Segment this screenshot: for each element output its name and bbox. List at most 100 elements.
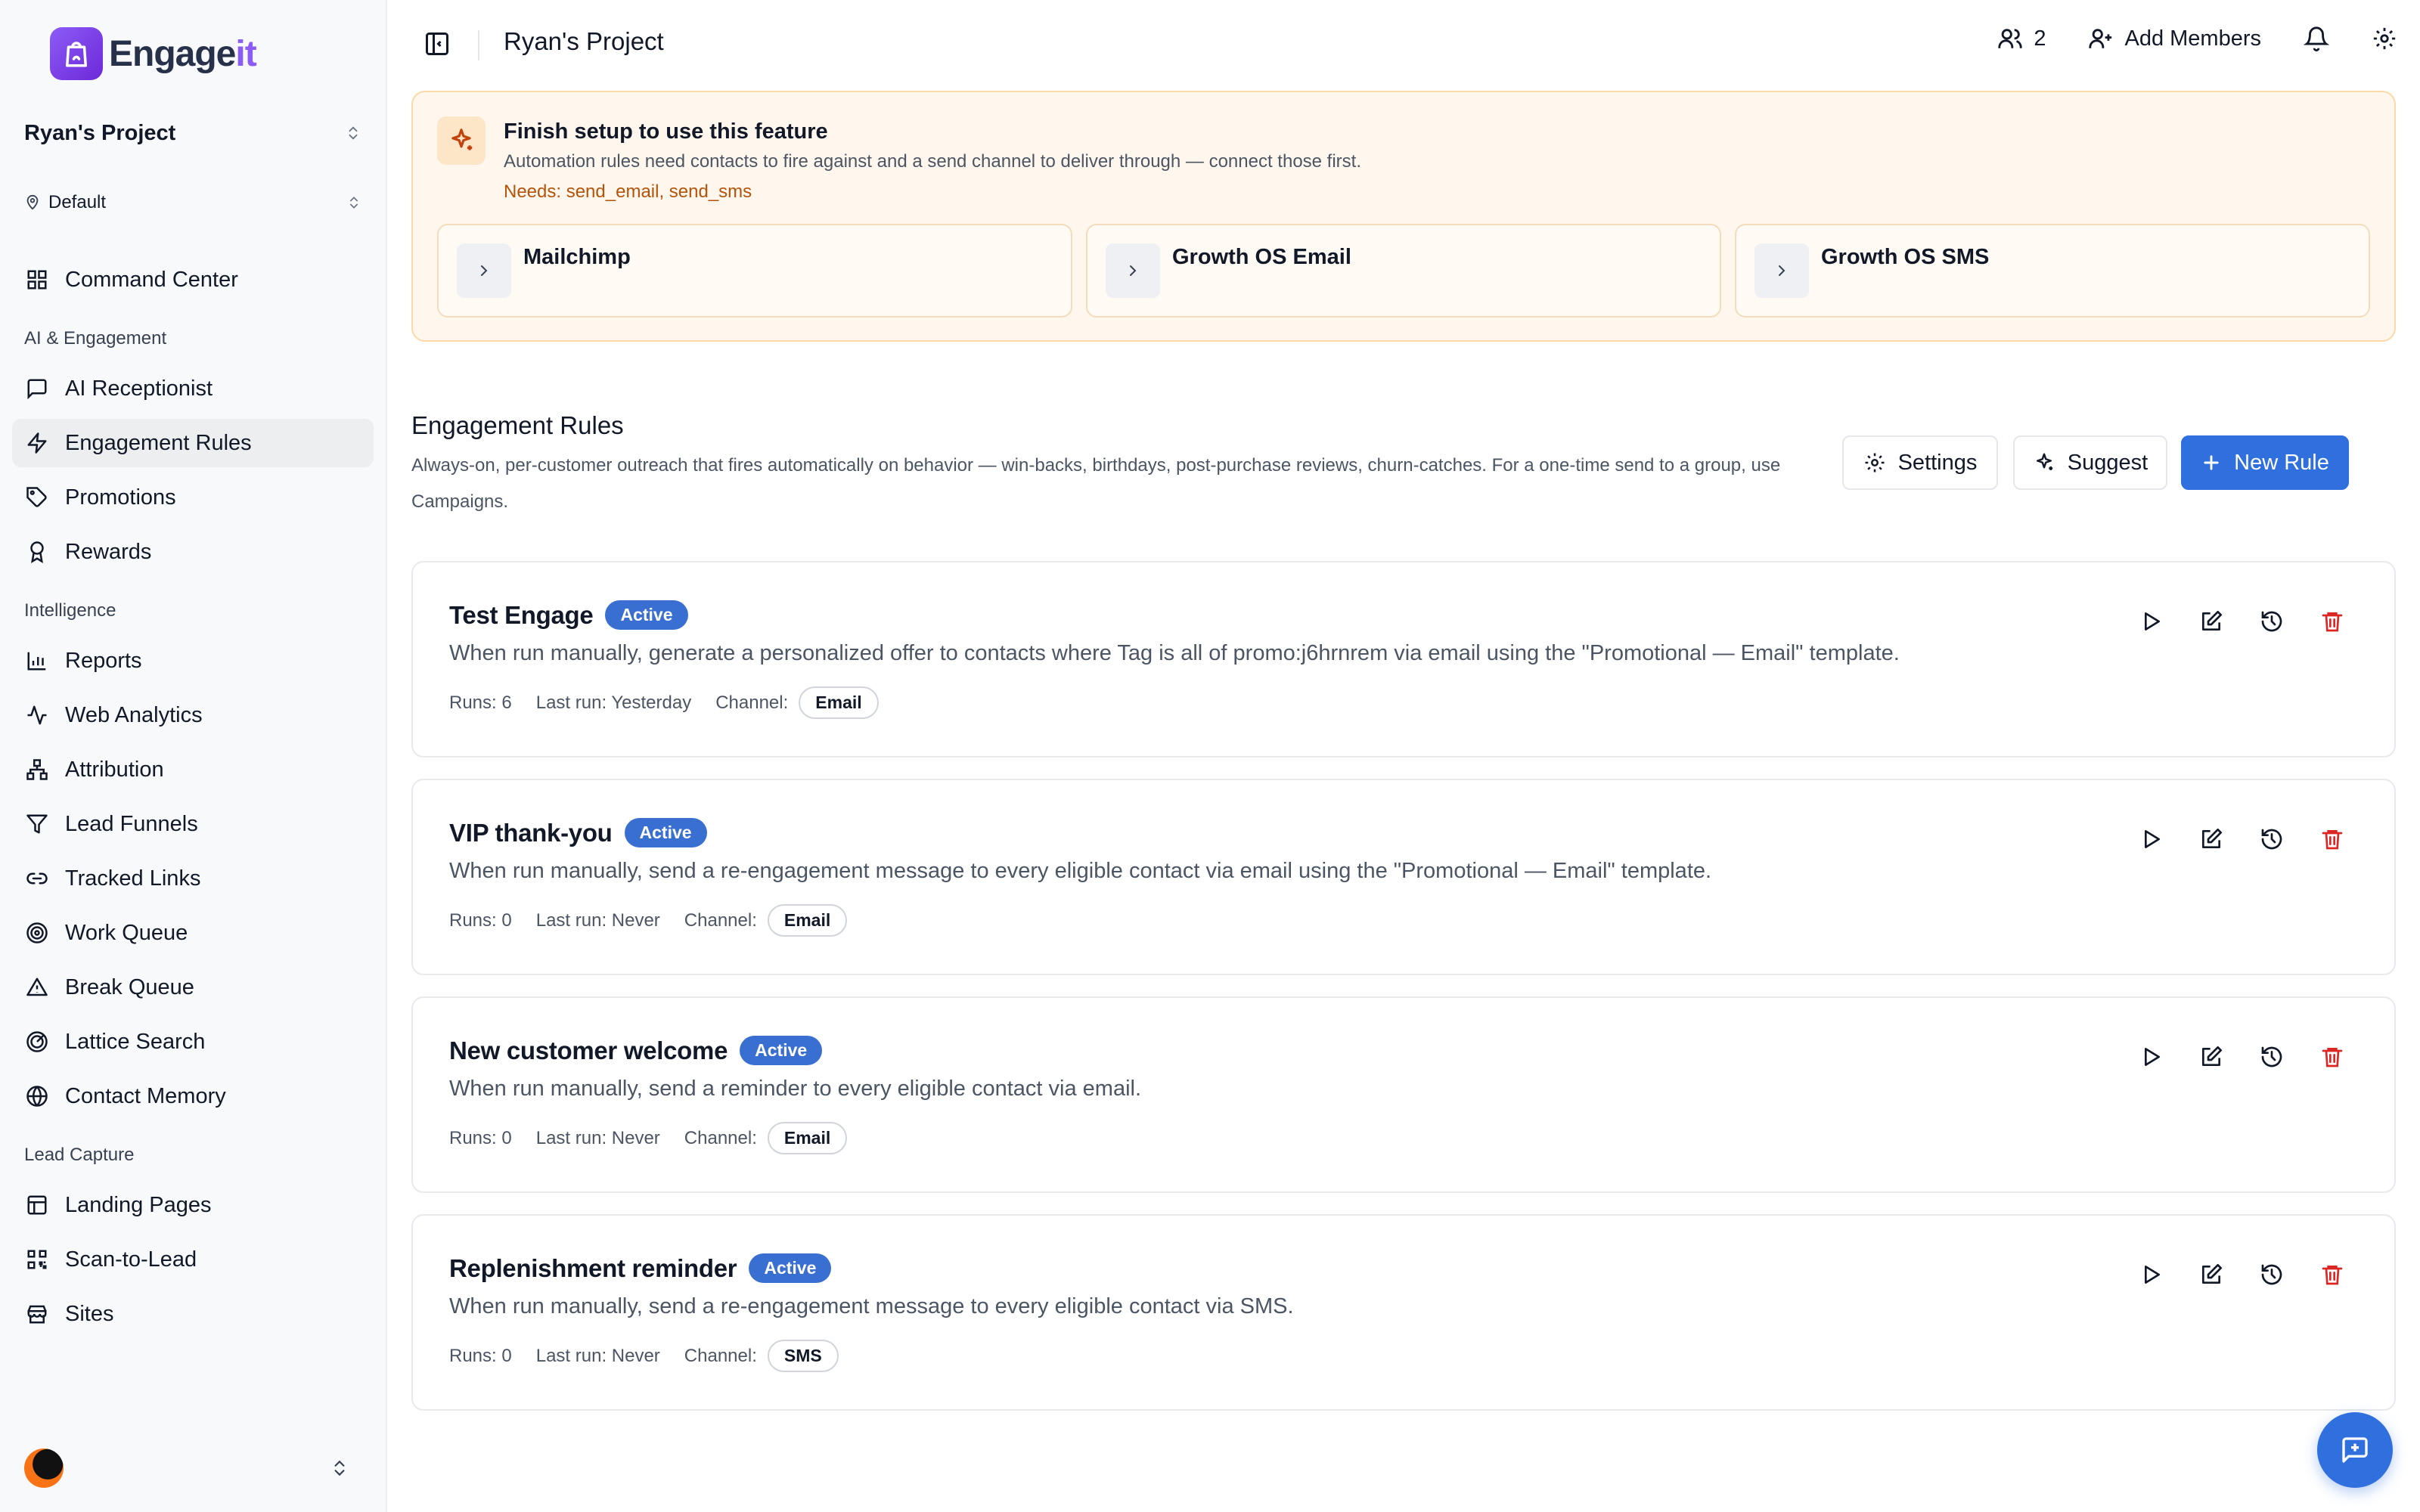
channel-chip: Email — [767, 904, 848, 937]
sidebar-item-label: Reports — [65, 648, 142, 673]
rule-name: New customer welcome — [449, 1036, 728, 1064]
history-button[interactable] — [2258, 1043, 2285, 1070]
page-title: Ryan's Project — [504, 27, 664, 55]
message-square-icon — [27, 379, 47, 400]
settings-button[interactable]: Settings — [1842, 435, 1998, 490]
channel-label: Channel: — [715, 692, 789, 713]
sidebar-item-promotions[interactable]: Promotions — [12, 473, 374, 522]
sidebar-item-label: AI Receptionist — [65, 376, 213, 401]
sidebar-item-work-queue[interactable]: Work Queue — [12, 909, 374, 957]
edit-button[interactable] — [2198, 1043, 2225, 1070]
rule-card[interactable]: VIP thank-you Active When run manually, … — [411, 779, 2396, 975]
setup-banner: Finish setup to use this feature Automat… — [411, 91, 2396, 342]
rule-last-run: Last run: Never — [535, 1127, 660, 1148]
sidebar-item-scan-to-lead[interactable]: Scan-to-Lead — [12, 1235, 374, 1284]
trash-icon — [2322, 830, 2343, 850]
member-count: 2 — [2034, 26, 2046, 51]
history-icon — [2261, 1046, 2282, 1067]
chevron-up-down-icon — [350, 197, 358, 209]
history-icon — [2261, 1264, 2282, 1285]
chat-button[interactable] — [2317, 1412, 2393, 1488]
status-badge: Active — [624, 818, 707, 847]
sidebar-item-engagement-rules[interactable]: Engagement Rules — [12, 419, 374, 467]
delete-button[interactable] — [2319, 1261, 2346, 1288]
run-button[interactable] — [2137, 1043, 2164, 1070]
history-button[interactable] — [2258, 1261, 2285, 1288]
rule-card[interactable]: Test Engage Active When run manually, ge… — [411, 561, 2396, 758]
new-rule-button[interactable]: New Rule — [2181, 435, 2349, 490]
rule-runs: Runs: 0 — [449, 909, 512, 931]
trash-icon — [2322, 612, 2343, 632]
status-badge: Active — [740, 1036, 823, 1065]
sidebar-item-command-center[interactable]: Command Center — [12, 256, 374, 304]
sidebar-item-landing-pages[interactable]: Landing Pages — [12, 1181, 374, 1229]
notifications-button[interactable] — [2304, 26, 2329, 51]
sidebar-item-label: Attribution — [65, 757, 164, 782]
sidebar-item-lead-funnels[interactable]: Lead Funnels — [12, 800, 374, 848]
bar-chart-icon — [27, 652, 46, 671]
layout-icon — [27, 1195, 47, 1215]
project-selector[interactable]: Ryan's Project — [24, 115, 361, 151]
zap-icon — [27, 432, 47, 454]
nav-section-title: AI & Engagement — [24, 328, 167, 349]
brand-logo[interactable]: Engageit — [50, 27, 257, 80]
history-button[interactable] — [2258, 826, 2285, 853]
sidebar-item-sites[interactable]: Sites — [12, 1290, 374, 1338]
members-button[interactable]: 2 — [1997, 26, 2046, 51]
sidebar-item-reports[interactable]: Reports — [12, 637, 374, 685]
plus-icon — [2204, 455, 2219, 470]
nav-section-title: Intelligence — [24, 600, 116, 621]
user-menu[interactable] — [24, 1447, 349, 1489]
sidebar-item-ai-receptionist[interactable]: AI Receptionist — [12, 364, 374, 413]
gear-icon — [2373, 27, 2396, 50]
link-icon — [26, 872, 48, 885]
chevron-right-icon — [1106, 243, 1160, 298]
settings-button[interactable] — [2372, 26, 2397, 51]
history-icon — [2261, 829, 2282, 850]
sidebar-item-lattice-search[interactable]: Lattice Search — [12, 1018, 374, 1066]
run-button[interactable] — [2137, 1261, 2164, 1288]
sidebar-item-label: Web Analytics — [65, 702, 203, 727]
environment-selector[interactable]: Default — [24, 187, 361, 218]
delete-button[interactable] — [2319, 608, 2346, 635]
sidebar-item-tracked-links[interactable]: Tracked Links — [12, 854, 374, 903]
edit-button[interactable] — [2198, 826, 2225, 853]
sidebar-item-break-queue[interactable]: Break Queue — [12, 963, 374, 1012]
edit-button[interactable] — [2198, 1261, 2225, 1288]
channel-label: Channel: — [684, 1345, 757, 1366]
edit-button[interactable] — [2198, 608, 2225, 635]
rule-card[interactable]: Replenishment reminder Active When run m… — [411, 1214, 2396, 1411]
delete-button[interactable] — [2319, 1043, 2346, 1070]
rule-card[interactable]: New customer welcome Active When run man… — [411, 996, 2396, 1193]
banner-description: Automation rules need contacts to fire a… — [504, 151, 1362, 172]
sidebar-item-label: Work Queue — [65, 920, 188, 945]
run-button[interactable] — [2137, 826, 2164, 853]
alert-triangle-icon — [26, 978, 48, 996]
sidebar-item-contact-memory[interactable]: Contact Memory — [12, 1072, 374, 1120]
sidebar-toggle-button[interactable] — [424, 30, 451, 57]
sidebar-item-label: Sites — [65, 1301, 114, 1326]
edit-icon — [2202, 1264, 2222, 1284]
channel-chip: SMS — [767, 1340, 839, 1372]
sidebar-item-attribution[interactable]: Attribution — [12, 745, 374, 794]
sidebar-item-label: Lattice Search — [65, 1029, 206, 1054]
edit-icon — [2202, 1046, 2222, 1066]
sidebar: Engageit Ryan's Project Default Command … — [0, 0, 387, 1512]
sidebar-item-label: Promotions — [65, 485, 176, 510]
edit-icon — [2202, 829, 2222, 848]
integration-card-growth-os-sms[interactable]: Growth OS SMS — [1735, 224, 2370, 318]
delete-button[interactable] — [2319, 826, 2346, 853]
sidebar-item-rewards[interactable]: Rewards — [12, 528, 374, 576]
add-members-button[interactable]: Add Members — [2088, 26, 2261, 51]
tag-icon — [26, 487, 47, 507]
suggest-button[interactable]: Suggest — [2013, 435, 2167, 490]
button-label: Settings — [1897, 450, 1978, 475]
sidebar-item-web-analytics[interactable]: Web Analytics — [12, 691, 374, 739]
play-icon — [2145, 830, 2160, 848]
integration-card-growth-os-email[interactable]: Growth OS Email — [1086, 224, 1721, 318]
run-button[interactable] — [2137, 608, 2164, 635]
rule-name: Test Engage — [449, 600, 594, 629]
integration-card-mailchimp[interactable]: Mailchimp — [437, 224, 1072, 318]
grid-icon — [27, 270, 47, 290]
history-button[interactable] — [2258, 608, 2285, 635]
